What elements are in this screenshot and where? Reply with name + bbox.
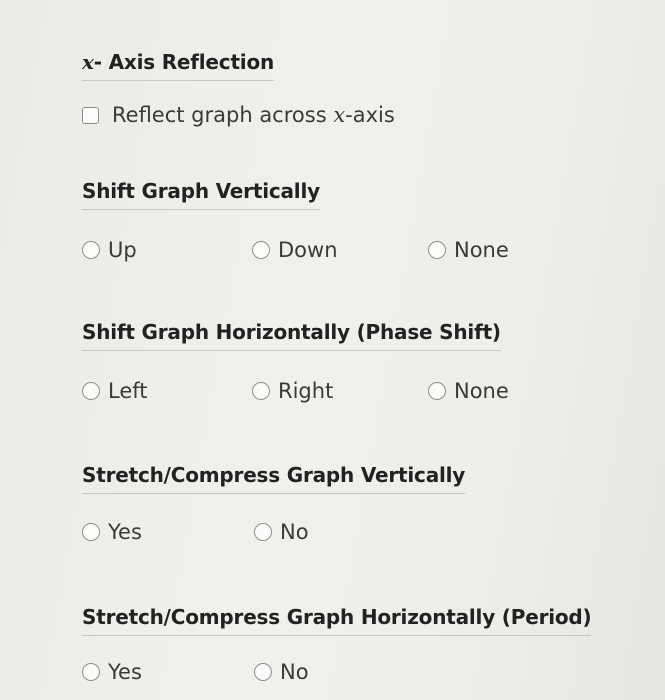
horizontal-shift-right-radio[interactable] (252, 382, 270, 400)
horizontal-shift-none-radio[interactable] (428, 382, 446, 400)
vertical-stretch-yes-label: Yes (108, 520, 142, 544)
vertical-stretch-no-radio[interactable] (254, 523, 272, 541)
reflect-checkbox-label: Reflect graph across x-axis (112, 103, 395, 127)
heading-x-axis-reflection: x- Axis Reflection (82, 50, 274, 81)
horizontal-shift-right-label: Right (278, 379, 334, 403)
vertical-shift-down-label: Down (278, 238, 338, 262)
section-vertical-shift: Shift Graph Vertically (82, 179, 320, 210)
horizontal-shift-left-label: Left (108, 379, 148, 403)
horizontal-stretch-yes-label: Yes (108, 660, 142, 684)
vertical-stretch-no-option[interactable]: No (254, 520, 309, 544)
vertical-shift-up-label: Up (108, 238, 137, 262)
horizontal-shift-none-option[interactable]: None (428, 379, 509, 403)
horizontal-shift-left-radio[interactable] (82, 382, 100, 400)
vertical-shift-up-option[interactable]: Up (82, 238, 137, 262)
horizontal-shift-right-option[interactable]: Right (252, 379, 333, 403)
vertical-shift-down-option[interactable]: Down (252, 238, 338, 262)
horizontal-stretch-no-label: No (280, 660, 309, 684)
horizontal-stretch-no-radio[interactable] (254, 663, 272, 681)
horizontal-stretch-yes-option[interactable]: Yes (82, 660, 142, 684)
horizontal-shift-none-label: None (454, 379, 509, 403)
heading-vertical-stretch: Stretch/Compress Graph Vertically (82, 463, 465, 494)
vertical-shift-up-radio[interactable] (82, 241, 100, 259)
horizontal-shift-left-option[interactable]: Left (82, 379, 148, 403)
section-x-axis-reflection: x- Axis Reflection (82, 50, 274, 81)
vertical-shift-none-option[interactable]: None (428, 238, 509, 262)
horizontal-stretch-yes-radio[interactable] (82, 663, 100, 681)
heading-horizontal-stretch: Stretch/Compress Graph Horizontally (Per… (82, 605, 592, 636)
reflect-checkbox-option[interactable]: Reflect graph across x-axis (82, 103, 395, 127)
reflect-checkbox[interactable] (82, 106, 99, 124)
heading-vertical-shift: Shift Graph Vertically (82, 179, 320, 210)
section-vertical-stretch: Stretch/Compress Graph Vertically (82, 463, 465, 494)
heading-horizontal-shift: Shift Graph Horizontally (Phase Shift) (82, 320, 501, 351)
vertical-stretch-yes-radio[interactable] (82, 523, 100, 541)
vertical-shift-none-radio[interactable] (428, 241, 446, 259)
horizontal-stretch-no-option[interactable]: No (254, 660, 309, 684)
section-horizontal-stretch: Stretch/Compress Graph Horizontally (Per… (82, 605, 592, 636)
vertical-stretch-yes-option[interactable]: Yes (82, 520, 142, 544)
vertical-shift-none-label: None (454, 238, 509, 262)
vertical-stretch-no-label: No (280, 520, 309, 544)
section-horizontal-shift: Shift Graph Horizontally (Phase Shift) (82, 320, 501, 351)
vertical-shift-down-radio[interactable] (252, 241, 270, 259)
